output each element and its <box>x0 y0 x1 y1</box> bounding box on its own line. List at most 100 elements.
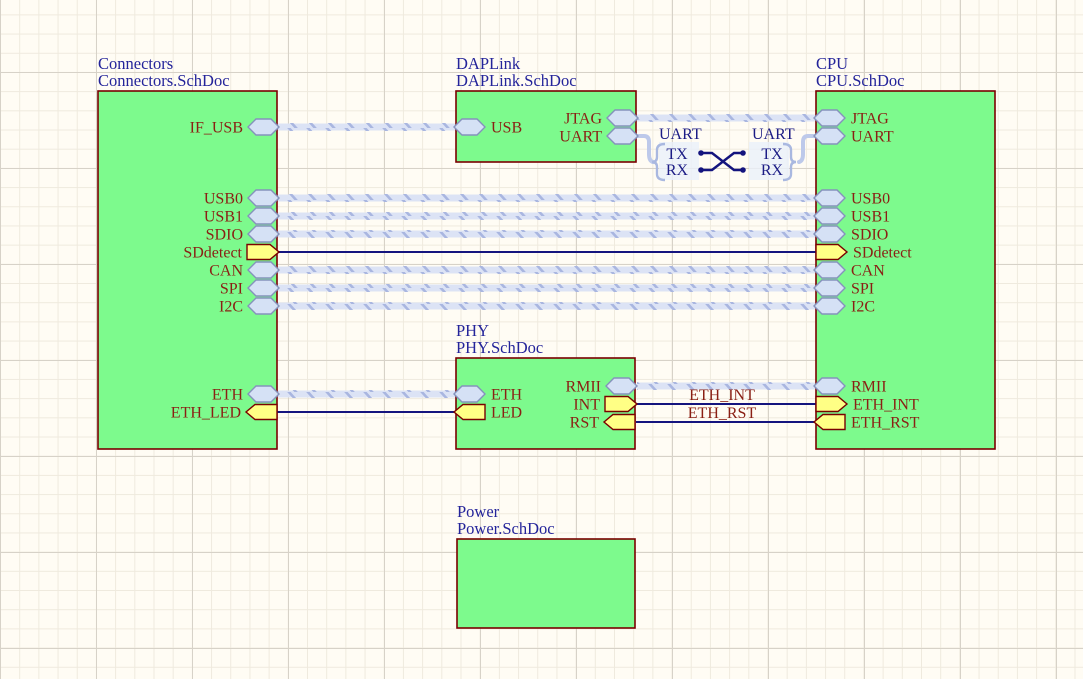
port-phy-int[interactable]: INT <box>573 397 637 414</box>
uart-harness-wire-left[interactable] <box>637 136 653 162</box>
port-label: UART <box>851 129 894 146</box>
harness-port-icon <box>607 128 638 144</box>
port-cpu-sddetect[interactable]: SDdetect <box>816 245 912 262</box>
harness-port-icon <box>248 208 279 224</box>
net-label-eth-int[interactable]: ETH_INT <box>689 387 755 404</box>
harness-signal-tx-left: TX <box>666 146 688 163</box>
harness-port-icon <box>248 262 279 278</box>
port-connectors-sdio[interactable]: SDIO <box>206 226 279 244</box>
port-label: SDIO <box>206 227 243 244</box>
harness-port-icon <box>814 378 845 394</box>
harness-signal-rx-right: RX <box>761 162 784 179</box>
harness-port-icon <box>607 110 638 126</box>
harness-port-icon <box>248 226 279 242</box>
port-cpu-usb0[interactable]: USB0 <box>814 190 890 208</box>
port-connectors-sddetect[interactable]: SDdetect <box>183 245 279 262</box>
port-label: ETH_RST <box>851 415 920 432</box>
uart-tx-rx-crossover-wires[interactable] <box>701 153 743 170</box>
bus-can[interactable] <box>278 266 815 274</box>
bus-spi[interactable] <box>278 284 815 292</box>
port-cpu-rmii[interactable]: RMII <box>814 378 887 396</box>
port-label: I2C <box>219 299 243 316</box>
net-label-eth-rst[interactable]: ETH_RST <box>688 405 757 422</box>
port-label: SPI <box>851 281 874 298</box>
harness-signal-tx-right: TX <box>761 146 783 163</box>
junction-dot <box>740 167 746 173</box>
port-label: RST <box>570 415 600 432</box>
port-label: I2C <box>851 299 875 316</box>
port-cpu-sdio[interactable]: SDIO <box>814 226 888 244</box>
harness-port-icon <box>814 280 845 296</box>
port-label: INT <box>573 397 600 414</box>
port-label: JTAG <box>851 111 889 128</box>
harness-port-icon <box>606 378 637 394</box>
bus-hatch <box>278 123 455 131</box>
port-daplink-jtag[interactable]: JTAG <box>564 110 638 128</box>
bus-i2c[interactable] <box>278 302 815 310</box>
harness-port-icon <box>814 262 845 278</box>
harness-port-icon <box>814 190 845 206</box>
bus-usb0[interactable] <box>278 194 815 202</box>
port-cpu-uart[interactable]: UART <box>814 128 894 146</box>
port-label: RMII <box>851 379 887 396</box>
port-label: CAN <box>851 263 885 280</box>
junction-dot <box>698 167 704 173</box>
bus-usb1[interactable] <box>278 212 815 220</box>
port-label: USB0 <box>851 191 890 208</box>
port-label: ETH <box>212 387 244 404</box>
harness-port-icon <box>814 226 845 242</box>
bus-jtag[interactable] <box>637 114 815 122</box>
bus-hatch <box>278 230 815 238</box>
port-label: ETH_INT <box>853 397 919 414</box>
port-cpu-eth_rst[interactable]: ETH_RST <box>814 415 920 432</box>
harness-port-icon <box>248 280 279 296</box>
port-connectors-usb0[interactable]: USB0 <box>204 190 279 208</box>
junction-dot <box>740 150 746 156</box>
harness-port-icon <box>248 386 279 402</box>
sheet-symbol-power[interactable] <box>457 539 635 628</box>
port-label: ETH <box>491 387 523 404</box>
harness-port-icon <box>248 190 279 206</box>
bus-hatch <box>278 194 815 202</box>
harness-signal-rx-left: RX <box>666 162 689 179</box>
port-cpu-eth_int[interactable]: ETH_INT <box>816 397 919 414</box>
uart-harness-wire-right[interactable] <box>799 136 814 162</box>
port-label: USB1 <box>204 209 243 226</box>
bus-usb[interactable] <box>278 123 455 131</box>
junction-dot <box>698 150 704 156</box>
port-cpu-usb1[interactable]: USB1 <box>814 208 890 226</box>
sheet-doc-daplink: DAPLink.SchDoc <box>456 71 577 90</box>
harness-title-right: UART <box>752 126 795 143</box>
port-label: SPI <box>220 281 243 298</box>
sheet-doc-power: Power.SchDoc <box>457 519 555 538</box>
port-connectors-usb1[interactable]: USB1 <box>204 208 279 226</box>
schematic-canvas[interactable]: ConnectorsConnectors.SchDocDAPLinkDAPLin… <box>0 0 1083 679</box>
port-label: LED <box>491 405 522 422</box>
port-label: CAN <box>209 263 243 280</box>
port-label: UART <box>559 129 602 146</box>
port-label: USB1 <box>851 209 890 226</box>
port-label: JTAG <box>564 111 602 128</box>
uart-harness-link: UART UART TX RX TX RX <box>637 126 814 180</box>
port-cpu-jtag[interactable]: JTAG <box>814 110 889 128</box>
harness-title-left: UART <box>659 126 702 143</box>
port-label: ETH_LED <box>171 405 241 422</box>
bus-sdio[interactable] <box>278 230 815 238</box>
sheet-doc-connectors: Connectors.SchDoc <box>98 71 230 90</box>
port-label: SDdetect <box>853 245 912 262</box>
bus-eth[interactable] <box>278 390 455 398</box>
port-label: SDdetect <box>183 245 242 262</box>
port-connectors-if_usb[interactable]: IF_USB <box>190 119 279 137</box>
harness-port-icon <box>248 298 279 314</box>
harness-port-icon <box>248 119 279 135</box>
port-label: IF_USB <box>190 120 243 137</box>
port-label: USB0 <box>204 191 243 208</box>
bus-hatch <box>637 114 815 122</box>
harness-port-icon <box>814 298 845 314</box>
port-daplink-uart[interactable]: UART <box>559 128 638 146</box>
bus-hatch <box>278 390 455 398</box>
harness-port-icon <box>454 386 485 402</box>
harness-port-icon <box>454 119 485 135</box>
port-connectors-eth_led[interactable]: ETH_LED <box>171 405 277 422</box>
sheet-doc-phy: PHY.SchDoc <box>456 338 543 357</box>
